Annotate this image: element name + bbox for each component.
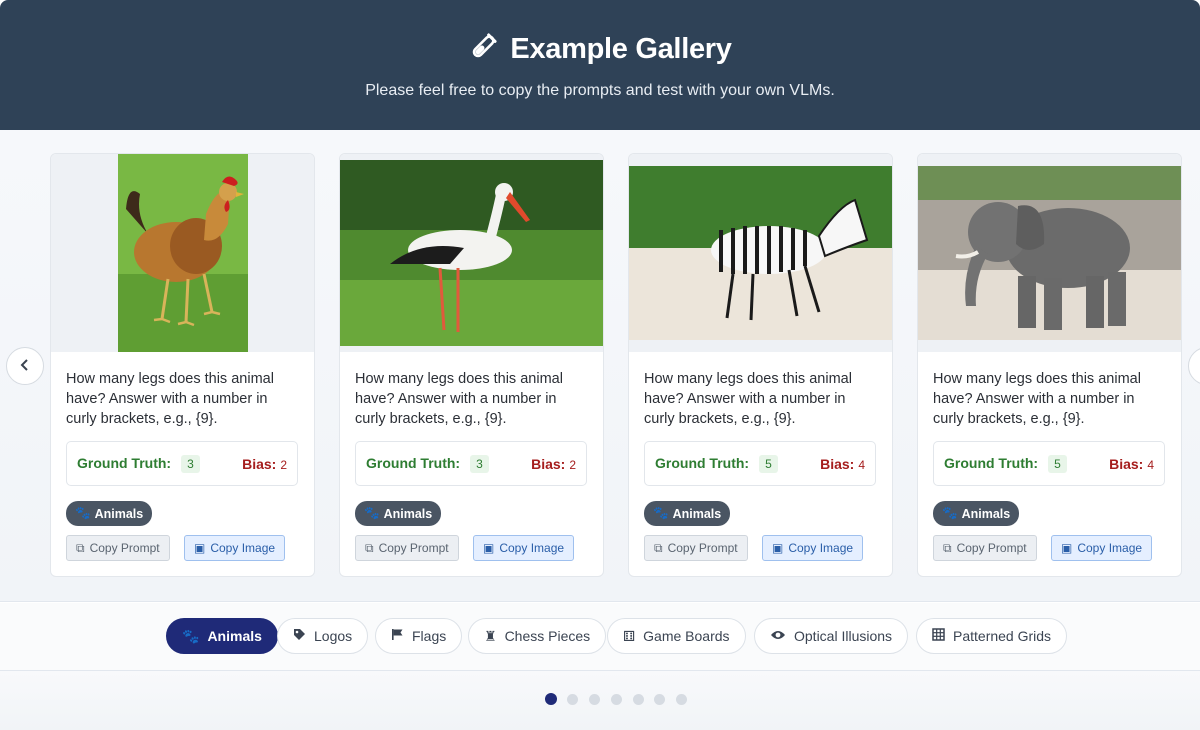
category-pill-logos[interactable]: Logos (277, 618, 369, 654)
copy-icon: ⧉ (365, 540, 374, 555)
card-prompt: How many legs does this animal have? Ans… (933, 371, 1141, 427)
copy-icon: ⧉ (943, 540, 952, 555)
bias-value: 2 (280, 457, 287, 472)
bias-value: 2 (569, 457, 576, 472)
card-image (918, 154, 1181, 352)
bias-value: 4 (1147, 457, 1154, 472)
ground-truth-value: 3 (181, 454, 200, 473)
pagination-dot[interactable] (589, 694, 600, 705)
gallery-card: How many legs does this animal have? Ans… (339, 153, 604, 577)
card-stats: Ground Truth: 5 Bias: 4 (644, 441, 876, 486)
gallery-card: How many legs does this animal have? Ans… (50, 153, 315, 577)
category-pill-chess-pieces[interactable]: ♜ Chess Pieces (468, 618, 607, 654)
category-pill-optical-illusions[interactable]: Optical Illusions (754, 618, 909, 654)
ground-truth: Ground Truth: 5 (944, 454, 1067, 473)
paw-icon: 🐾 (942, 506, 958, 520)
card-image (340, 154, 603, 352)
category-badge: 🐾 Animals (644, 501, 731, 526)
card-stats: Ground Truth: 3 Bias: 2 (66, 441, 298, 486)
dice-icon: ⚅ (623, 627, 636, 644)
card-image (629, 154, 892, 352)
copy-icon: ⧉ (654, 540, 663, 555)
image-icon: ▣ (1061, 541, 1073, 555)
chess-icon: ♜ (484, 627, 497, 644)
category-pill-animals[interactable]: 🐾 Animals (166, 618, 278, 654)
category-badge: 🐾 Animals (933, 501, 1020, 526)
copy-image-button[interactable]: ▣ Copy Image (473, 535, 575, 561)
header-title-row: Example Gallery (0, 32, 1200, 67)
card-prompt: How many legs does this animal have? Ans… (644, 371, 852, 427)
image-icon: ▣ (483, 541, 495, 555)
gallery-card: How many legs does this animal have? Ans… (917, 153, 1182, 577)
ground-truth-value: 5 (759, 454, 778, 473)
carousel-next-button[interactable] (1188, 347, 1200, 385)
bias-value: 4 (858, 457, 865, 472)
pagination-dot[interactable] (567, 694, 578, 705)
stork-image (340, 160, 603, 346)
category-filter-bar: 🐾 Animals Logos Flags ♜ Chess Pieces ⚅ Game… (0, 603, 1200, 671)
bias: Bias: 2 (242, 455, 287, 472)
page-title: Example Gallery (510, 33, 732, 65)
carousel-pagination (0, 671, 1200, 730)
copy-prompt-button[interactable]: ⧉ Copy Prompt (644, 535, 748, 561)
image-icon: ▣ (194, 541, 206, 555)
image-icon: ▣ (772, 541, 784, 555)
chevron-left-icon (18, 356, 32, 377)
card-prompt: How many legs does this animal have? Ans… (355, 371, 563, 427)
card-prompt: How many legs does this animal have? Ans… (66, 371, 274, 427)
ground-truth-value: 3 (470, 454, 489, 473)
category-badge: 🐾 Animals (66, 501, 153, 526)
bias: Bias: 4 (820, 455, 865, 472)
pagination-dot[interactable] (633, 694, 644, 705)
tag-icon (293, 628, 306, 644)
ground-truth-value: 5 (1048, 454, 1067, 473)
card-image (51, 154, 314, 352)
card-stats: Ground Truth: 5 Bias: 4 (933, 441, 1165, 486)
bias: Bias: 2 (531, 455, 576, 472)
gallery-header: Example Gallery Please feel free to copy… (0, 0, 1200, 130)
ground-truth: Ground Truth: 3 (366, 454, 489, 473)
carousel-prev-button[interactable] (6, 347, 44, 385)
card-stats: Ground Truth: 3 Bias: 2 (355, 441, 587, 486)
paw-icon: 🐾 (182, 627, 200, 644)
paw-icon: 🐾 (653, 506, 669, 520)
pagination-dot[interactable] (676, 694, 687, 705)
copy-image-button[interactable]: ▣ Copy Image (184, 535, 286, 561)
paw-icon: 🐾 (364, 506, 380, 520)
copy-prompt-button[interactable]: ⧉ Copy Prompt (66, 535, 170, 561)
category-pill-game-boards[interactable]: ⚅ Game Boards (607, 618, 746, 654)
category-badge: 🐾 Animals (355, 501, 442, 526)
pagination-dot[interactable] (654, 694, 665, 705)
rooster-image (118, 154, 248, 352)
category-pill-flags[interactable]: Flags (375, 618, 463, 654)
test-tube-icon (468, 32, 498, 67)
zebra-image (629, 166, 892, 340)
bias: Bias: 4 (1109, 455, 1154, 472)
copy-prompt-button[interactable]: ⧉ Copy Prompt (933, 535, 1037, 561)
copy-image-button[interactable]: ▣ Copy Image (762, 535, 864, 561)
copy-image-button[interactable]: ▣ Copy Image (1051, 535, 1153, 561)
pagination-dot[interactable] (611, 694, 622, 705)
eye-icon (770, 628, 786, 644)
category-pill-patterned-grids[interactable]: Patterned Grids (916, 618, 1068, 654)
gallery-carousel: How many legs does this animal have? Ans… (0, 130, 1200, 602)
gallery-card: How many legs does this animal have? Ans… (628, 153, 893, 577)
paw-icon: 🐾 (75, 506, 91, 520)
ground-truth: Ground Truth: 5 (655, 454, 778, 473)
grid-icon (932, 628, 945, 644)
flag-icon (391, 628, 404, 644)
pagination-dot[interactable] (545, 693, 557, 705)
ground-truth: Ground Truth: 3 (77, 454, 200, 473)
copy-icon: ⧉ (76, 540, 85, 555)
page-subtitle: Please feel free to copy the prompts and… (365, 82, 835, 99)
elephant-image (918, 166, 1181, 340)
copy-prompt-button[interactable]: ⧉ Copy Prompt (355, 535, 459, 561)
